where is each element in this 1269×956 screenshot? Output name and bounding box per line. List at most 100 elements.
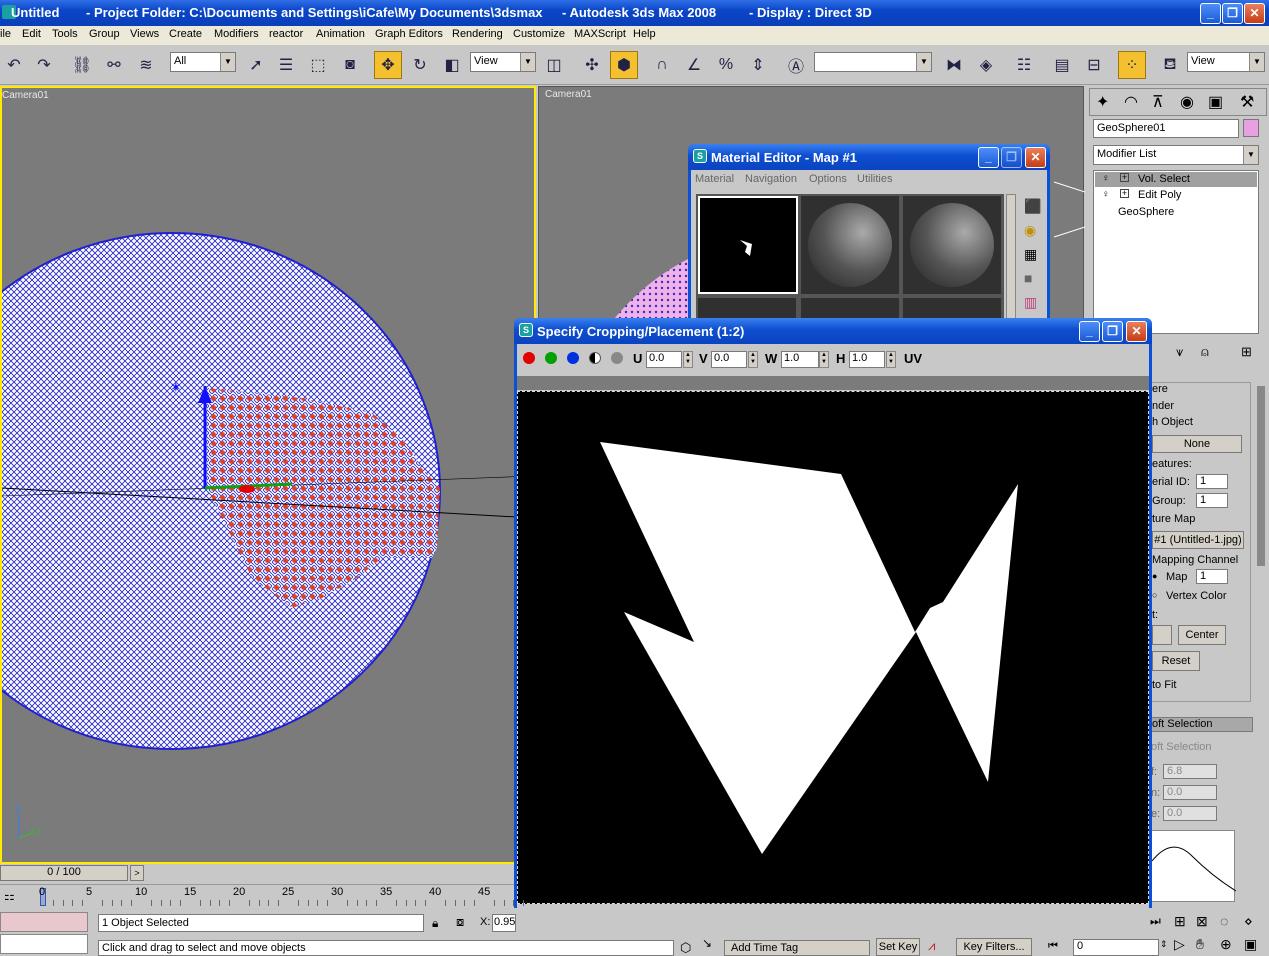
maxscript-listener[interactable] (0, 912, 88, 932)
uv-tiling-icon[interactable]: ■ (1024, 270, 1032, 286)
expand-icon[interactable]: + (1120, 173, 1129, 182)
render-setup-icon[interactable]: ⛾ (1156, 51, 1184, 79)
material-editor-titlebar[interactable]: S Material Editor - Map #1 _ ❐ ✕ (688, 144, 1050, 170)
align-icon[interactable]: ◈ (972, 51, 1000, 79)
vertex-color-radio-icon[interactable]: ○ (1152, 590, 1157, 600)
maximize-button[interactable]: ❐ (1001, 147, 1022, 168)
pivot-center-icon[interactable]: ◫ (540, 51, 568, 79)
select-move-icon[interactable]: ✥ (374, 51, 402, 79)
menu-maxscript[interactable]: MAXScript (574, 28, 626, 40)
reset-button[interactable]: Reset (1152, 651, 1200, 671)
spinner-snap-icon[interactable]: ⇕ (744, 51, 772, 79)
expand-icon[interactable]: + (1120, 189, 1129, 198)
vertex-color-label[interactable]: Vertex Color (1166, 590, 1227, 602)
track-bar[interactable]: ⚏ 0 5 10 15 20 25 30 35 40 45 (0, 884, 525, 908)
bulb-icon[interactable]: ♀ (1102, 173, 1110, 184)
menu-modifiers[interactable]: Modifiers (214, 28, 259, 40)
rect-selection-icon[interactable]: ⬚ (304, 51, 332, 79)
sample-slot-3[interactable] (903, 196, 1001, 294)
utilities-tab-icon[interactable]: ⚒ (1240, 92, 1254, 112)
mirror-icon[interactable]: ⧓ (940, 51, 968, 79)
material-editor-icon[interactable]: ⁘ (1118, 51, 1146, 79)
menu-animation[interactable]: Animation (316, 28, 365, 40)
center-button[interactable]: Center (1178, 625, 1226, 645)
maximize-viewport-icon[interactable]: ▣ (1244, 936, 1257, 953)
menu-help[interactable]: Help (633, 28, 656, 40)
zoom-icon[interactable]: ⊞ (1174, 913, 1186, 930)
use-soft-selection-label[interactable]: oft Selection (1151, 741, 1212, 753)
time-slider[interactable]: 0 / 100 (0, 865, 128, 881)
red-channel-icon[interactable] (523, 352, 535, 364)
map-radio-icon[interactable]: ● (1152, 571, 1157, 581)
pan-icon[interactable]: ✋︎ (1196, 936, 1204, 953)
stack-item-geosphere[interactable]: GeoSphere (1118, 206, 1174, 218)
select-object-icon[interactable]: ➚ (242, 51, 270, 79)
menu-group[interactable]: Group (89, 28, 120, 40)
mini-curve-editor-icon[interactable]: ⚏ (4, 889, 15, 903)
set-key-button[interactable]: Set Key (876, 938, 920, 956)
frame-spinner-icon[interactable]: ⇕ (1160, 939, 1168, 950)
group-field[interactable]: 1 (1196, 493, 1228, 508)
select-by-name-icon[interactable]: ☰ (272, 51, 300, 79)
viewport-camera-left[interactable]: Camera01 ✶ z x y (0, 86, 536, 864)
green-channel-icon[interactable] (545, 352, 557, 364)
close-button[interactable]: ✕ (1126, 321, 1147, 342)
object-name-field[interactable]: GeoSphere01 (1093, 119, 1239, 138)
close-button[interactable]: ✕ (1025, 147, 1046, 168)
menu-tools[interactable]: Tools (52, 28, 78, 40)
material-id-field[interactable]: 1 (1196, 474, 1228, 489)
layer-manager-icon[interactable]: ☷ (1010, 51, 1038, 79)
curve-editor-icon[interactable]: ▤ (1048, 51, 1076, 79)
menu-create[interactable]: Create (169, 28, 202, 40)
auto-fit-label[interactable]: to Fit (1152, 679, 1176, 691)
absolute-mode-icon[interactable]: ⧇ (456, 914, 464, 930)
next-key-icon[interactable]: ⏭ (1150, 914, 1161, 929)
menu-options[interactable]: Options (809, 173, 847, 185)
undo-icon[interactable]: ↶ (0, 51, 28, 79)
viewport-icon[interactable]: ⬡ (680, 940, 691, 956)
soft-selection-rollout[interactable]: oft Selection (1151, 717, 1253, 732)
field-of-view-icon[interactable]: ◌ (1220, 913, 1228, 929)
key-filters-button[interactable]: Key Filters... (956, 938, 1032, 956)
maximize-button[interactable]: ❐ (1102, 321, 1123, 342)
object-color-swatch[interactable] (1243, 119, 1259, 137)
stack-item-edit-poly[interactable]: Edit Poly (1138, 189, 1181, 201)
minimize-button[interactable]: _ (978, 147, 999, 168)
motion-tab-icon[interactable]: ◉ (1180, 92, 1194, 112)
next-frame-icon[interactable]: > (130, 865, 144, 881)
menu-customize[interactable]: Customize (513, 28, 565, 40)
bulb-icon[interactable]: ♀ (1102, 189, 1110, 200)
zoom-extents-icon[interactable]: ⊠ (1196, 913, 1208, 930)
render-view-dropdown[interactable]: View ▼ (1187, 52, 1265, 72)
u-spinner-icon[interactable]: ▲ ▼ (683, 351, 693, 368)
sample-type-icon[interactable]: ⬛ (1024, 198, 1041, 215)
play-icon[interactable]: ▷ (1174, 936, 1185, 953)
schematic-view-icon[interactable]: ⊟ (1080, 51, 1108, 79)
edit-named-selection-icon[interactable]: Ⓐ (782, 51, 810, 79)
modifier-stack[interactable]: ♀ + Vol. Select ♀ + Edit Poly GeoSphere (1093, 170, 1259, 334)
crop-image-canvas[interactable] (517, 391, 1149, 904)
menu-material[interactable]: Material (695, 173, 734, 185)
menu-file[interactable]: ile (0, 28, 11, 40)
menu-edit[interactable]: Edit (22, 28, 41, 40)
background-icon[interactable]: ▦ (1024, 246, 1037, 263)
current-frame-field[interactable]: 0 (1073, 939, 1159, 956)
goto-start-icon[interactable]: ⏮ (1048, 940, 1058, 953)
angle-snap-icon[interactable]: ∠ (680, 51, 708, 79)
remove-modifier-icon[interactable]: ⍝ (1201, 344, 1209, 360)
sample-slot-5[interactable] (801, 298, 899, 320)
x-coordinate-field[interactable]: 0.95 (492, 914, 516, 932)
redo-icon[interactable]: ↷ (30, 51, 58, 79)
w-field[interactable]: 1.0 (781, 351, 819, 368)
bind-space-warp-icon[interactable]: ≋ (132, 51, 160, 79)
ref-coord-dropdown[interactable]: View ▼ (470, 52, 536, 72)
v-field[interactable]: 0.0 (711, 351, 747, 368)
video-color-check-icon[interactable]: ▥ (1024, 294, 1037, 311)
cropping-titlebar[interactable]: S Specify Cropping/Placement (1:2) _ ❐ ✕ (514, 318, 1152, 344)
fit-button[interactable] (1152, 625, 1172, 645)
menu-navigation[interactable]: Navigation (745, 173, 797, 185)
maximize-button[interactable]: ❐ (1222, 3, 1243, 24)
create-tab-icon[interactable]: ✦ (1096, 92, 1109, 112)
selection-filter-dropdown[interactable]: All ▼ (170, 52, 236, 72)
falloff-field[interactable]: 6.8 (1163, 764, 1217, 779)
